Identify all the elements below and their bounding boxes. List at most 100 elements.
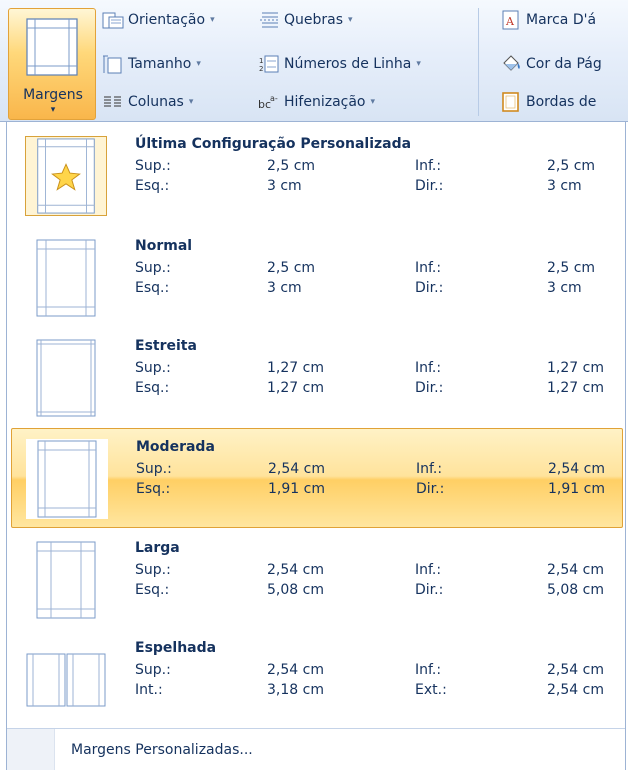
margin-option-mirrored[interactable]: Espelhada Sup.: 2,54 cm Inf.: 2,54 cm In… [11,630,623,730]
right-value: 1,27 cm [547,380,604,396]
margins-button[interactable]: Margens ▾ [8,8,96,120]
breaks-button[interactable]: Quebras ▾ [258,8,353,32]
hyphenation-icon: bc a- [258,94,278,111]
bottom-value: 2,54 cm [547,662,604,678]
bottom-value: 2,54 cm [548,461,605,477]
right-value: 5,08 cm [547,582,604,598]
top-value: 2,54 cm [267,562,324,578]
page-borders-label: Bordas de [526,94,597,110]
mirrored-margins-icon [25,640,107,720]
chevron-down-icon: ▾ [50,105,56,115]
right-label: Dir.: [415,178,444,194]
columns-button[interactable]: Colunas ▾ [102,90,193,114]
bottom-label: Inf.: [415,360,442,376]
margin-option-narrow[interactable]: Estreita Sup.: 1,27 cm Inf.: 1,27 cm Esq… [11,328,623,428]
orientation-button[interactable]: Orientação ▾ [102,8,215,32]
bottom-value: 2,5 cm [547,260,596,276]
page-size-icon [103,55,122,74]
right-value: 1,91 cm [548,481,605,497]
left-label: Esq.: [136,481,171,497]
page-layout-ribbon: Margens ▾ Orientação ▾ Tamanho ▾ Colunas… [0,0,628,122]
bottom-value: 1,27 cm [547,360,604,376]
line-numbers-label: Números de Linha [284,56,412,72]
size-label: Tamanho [128,56,192,72]
breaks-icon [260,12,278,28]
right-label: Dir.: [415,582,444,598]
chevron-down-icon: ▾ [348,15,353,25]
top-value: 2,54 cm [268,461,325,477]
left-label: Esq.: [135,280,170,296]
top-label: Sup.: [136,461,172,477]
option-title: Última Configuração Personalizada [135,136,412,152]
hyphenation-label: Hifenização [284,94,366,110]
chevron-down-icon: ▾ [196,59,201,69]
page-color-label: Cor da Pág [526,56,602,72]
top-label: Sup.: [135,562,171,578]
paint-bucket-icon [503,55,520,71]
left-label: Esq.: [135,380,170,396]
top-label: Sup.: [135,360,171,376]
right-label: Dir.: [416,481,445,497]
left-label: Esq.: [135,582,170,598]
chevron-down-icon: ▾ [210,15,215,25]
left-value: 3 cm [267,178,302,194]
star-page-icon [25,136,107,216]
right-label: Dir.: [415,280,444,296]
margins-button-label: Margens [23,87,83,103]
option-title: Larga [135,540,180,556]
svg-text:A: A [505,15,515,28]
size-button[interactable]: Tamanho ▾ [102,52,201,76]
left-label: Esq.: [135,178,170,194]
menu-icon-gutter [7,729,55,770]
page-color-button[interactable]: Cor da Pág [500,52,602,76]
bottom-label: Inf.: [415,158,442,174]
chevron-down-icon: ▾ [188,97,194,107]
bottom-value: 2,5 cm [547,158,596,174]
wide-margins-icon [25,540,107,620]
columns-label: Colunas [128,94,184,110]
bottom-label: Inf.: [416,461,443,477]
right-value: 3 cm [547,280,582,296]
breaks-label: Quebras [284,12,344,28]
option-title: Moderada [136,439,215,455]
top-value: 1,27 cm [267,360,324,376]
top-label: Sup.: [135,158,171,174]
left-value: 1,91 cm [268,481,325,497]
line-numbers-icon: 1 2 [259,55,279,73]
page-borders-button[interactable]: Bordas de [500,90,596,114]
left-value: 1,27 cm [267,380,324,396]
orientation-icon [102,12,124,29]
margin-option-moderate[interactable]: Moderada Sup.: 2,54 cm Inf.: 2,54 cm Esq… [11,428,623,528]
margin-option-last-custom[interactable]: Última Configuração Personalizada Sup.: … [11,126,623,226]
watermark-button[interactable]: A Marca D'á [500,8,596,32]
left-value: 5,08 cm [267,582,324,598]
outside-value: 2,54 cm [547,682,604,698]
custom-margins-menu-item[interactable]: Margens Personalizadas... [71,742,253,758]
left-value: 3 cm [267,280,302,296]
inside-label: Int.: [135,682,163,698]
menu-divider [7,728,625,729]
margin-option-wide[interactable]: Larga Sup.: 2,54 cm Inf.: 2,54 cm Esq.: … [11,530,623,630]
bottom-label: Inf.: [415,260,442,276]
bottom-label: Inf.: [415,562,442,578]
inside-value: 3,18 cm [267,682,324,698]
watermark-icon: A [502,10,519,30]
line-numbers-button[interactable]: 1 2 Números de Linha ▾ [258,52,421,76]
moderate-margins-icon [26,439,108,519]
top-value: 2,54 cm [267,662,324,678]
narrow-margins-icon [25,338,107,418]
option-title: Normal [135,238,193,254]
top-label: Sup.: [135,260,171,276]
columns-icon [104,96,121,107]
chevron-down-icon: ▾ [416,59,421,69]
ribbon-group-separator [478,8,479,116]
top-value: 2,5 cm [267,260,316,276]
option-title: Espelhada [135,640,217,656]
top-label: Sup.: [135,662,171,678]
svg-text:2: 2 [259,65,263,73]
right-value: 3 cm [547,178,582,194]
svg-text:1: 1 [259,57,263,65]
margin-option-normal[interactable]: Normal Sup.: 2,5 cm Inf.: 2,5 cm Esq.: 3… [11,228,623,328]
hyphenation-button[interactable]: bc a- Hifenização ▾ [258,90,375,114]
chevron-down-icon: ▾ [370,97,376,107]
